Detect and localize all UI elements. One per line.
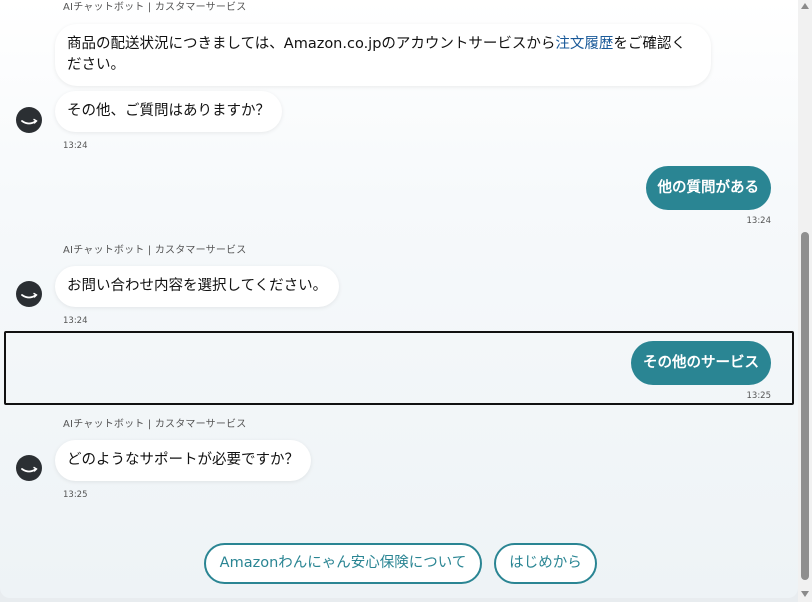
message-time: 13:24 (63, 141, 88, 151)
insurance-quick-reply-button[interactable]: Amazonわんにゃん安心保険について (204, 543, 482, 584)
user-message-bubble: その他のサービス (631, 341, 771, 385)
message-text: 商品の配送状況につきましては、Amazon.co.jpのアカウントサービスから (67, 36, 556, 52)
vertical-scrollbar[interactable] (798, 0, 812, 602)
bot-message-bubble: どのようなサポートが必要ですか？ (55, 440, 311, 481)
message-text: お問い合わせ内容を選択してください。 (67, 278, 328, 294)
bot-avatar (16, 107, 42, 133)
sender-label: AIチャットボット | カスタマーサービス (63, 419, 247, 430)
amazon-smile-icon (21, 292, 38, 299)
sender-label: AIチャットボット | カスタマーサービス (63, 245, 247, 256)
sender-label: AIチャットボット | カスタマーサービス (63, 2, 247, 13)
chat-window: AIチャットボット | カスタマーサービス 商品の配送状況につきましては、Ama… (0, 0, 798, 598)
scroll-up-arrow-icon[interactable] (801, 3, 809, 9)
scroll-down-arrow-icon[interactable] (801, 591, 809, 597)
message-text: 他の質問がある (657, 180, 760, 196)
bot-message-bubble: その他、ご質問はありますか？ (55, 91, 282, 132)
scrollbar-thumb[interactable] (801, 232, 809, 580)
message-time: 13:25 (746, 391, 772, 401)
message-time: 13:24 (746, 216, 772, 226)
bot-message-bubble: 商品の配送状況につきましては、Amazon.co.jpのアカウントサービスから注… (55, 24, 711, 86)
bot-avatar (16, 455, 42, 481)
message-text: どのようなサポートが必要ですか？ (67, 452, 299, 468)
message-time: 13:24 (63, 316, 88, 326)
amazon-smile-icon (21, 466, 38, 473)
bot-message-bubble: お問い合わせ内容を選択してください。 (55, 266, 340, 307)
message-text: その他、ご質問はありますか？ (67, 103, 270, 119)
message-text: その他のサービス (643, 355, 759, 371)
bot-avatar (16, 281, 42, 307)
message-time: 13:25 (63, 490, 88, 500)
order-history-link[interactable]: 注文履歴 (555, 36, 613, 52)
user-message-bubble: 他の質問がある (645, 166, 771, 210)
restart-quick-reply-button[interactable]: はじめから (494, 543, 597, 584)
amazon-smile-icon (21, 118, 38, 125)
